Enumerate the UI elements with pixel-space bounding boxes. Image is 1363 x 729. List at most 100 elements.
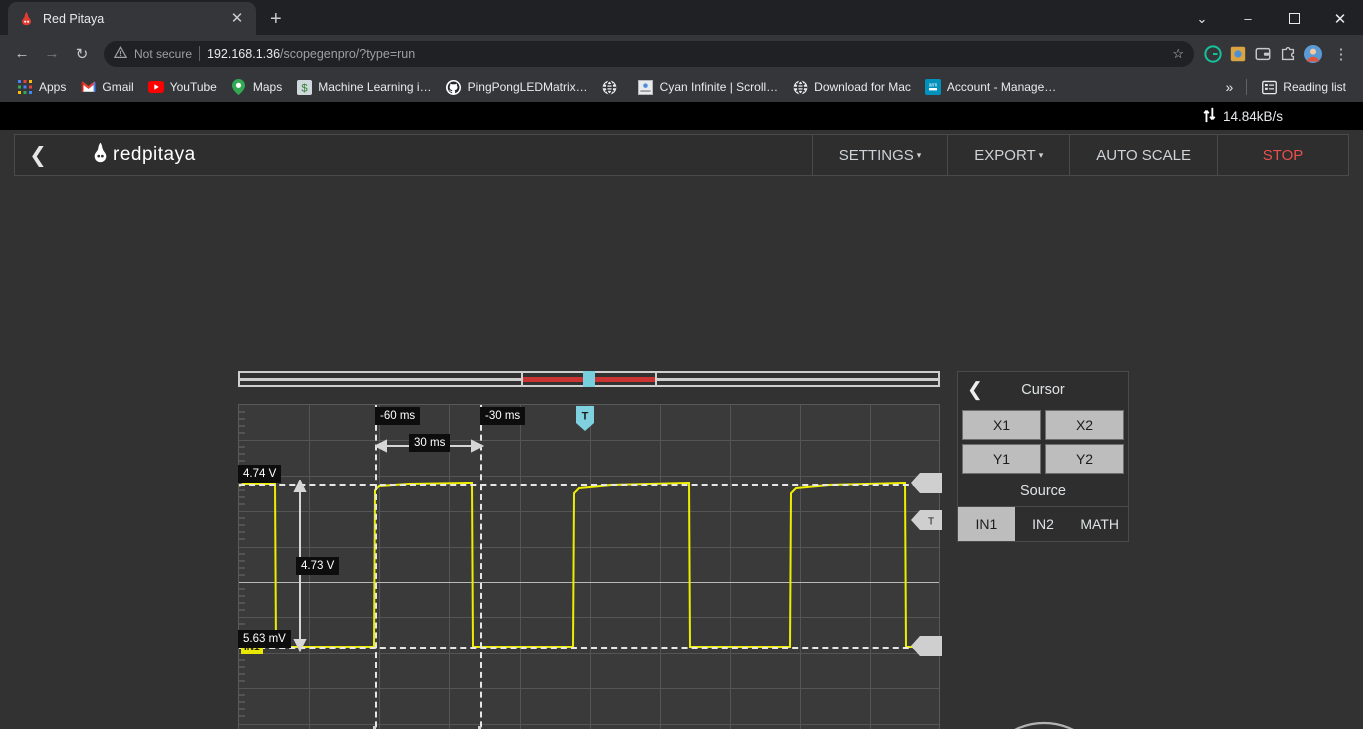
cursor-delta-x-value: 30 ms xyxy=(409,434,451,453)
source-in1-button[interactable]: IN1 xyxy=(958,507,1015,541)
back-icon[interactable]: ← xyxy=(8,40,36,68)
reload-icon[interactable]: ↻ xyxy=(68,40,96,68)
bookmark-star-icon[interactable]: ☆ xyxy=(1172,46,1184,62)
settings-menu-button[interactable]: SETTINGS ▾ xyxy=(811,135,948,175)
bookmark-download-for-mac[interactable]: Download for Mac xyxy=(785,76,918,98)
bookmark-machine-learning[interactable]: $ Machine Learning i… xyxy=(289,76,438,98)
page-icon xyxy=(638,79,654,95)
red-pitaya-flame-icon xyxy=(18,11,34,27)
stop-button[interactable]: STOP xyxy=(1217,135,1348,175)
url-text: 192.168.1.36/scopegenpro/?type=run xyxy=(207,47,415,61)
bookmark-label: YouTube xyxy=(169,80,217,94)
upload-download-icon xyxy=(1202,107,1217,126)
export-menu-button[interactable]: EXPORT ▾ xyxy=(947,135,1069,175)
cursor-panel-header: ❮ Cursor xyxy=(958,372,1128,408)
address-bar[interactable]: Not secure 192.168.1.36/scopegenpro/?typ… xyxy=(104,40,1194,67)
bookmark-label: Maps xyxy=(252,80,283,94)
cursor-y2-handle[interactable] xyxy=(911,636,942,661)
svg-text:arm: arm xyxy=(929,83,938,89)
cursor-x2-value: -30 ms xyxy=(480,407,526,426)
cursor-source-selector: IN1 IN2 MATH xyxy=(958,506,1128,541)
app-header-menu: SETTINGS ▾ EXPORT ▾ AUTO SCALE STOP xyxy=(811,135,1348,175)
cursor-y2-line[interactable] xyxy=(239,647,939,649)
oscilloscope-grid[interactable]: IN1 xyxy=(238,404,941,729)
knob-up-label: + xyxy=(1039,725,1050,729)
bookmark-maps[interactable]: Maps xyxy=(224,76,289,98)
browser-tab[interactable]: Red Pitaya ✕ xyxy=(8,2,256,35)
cursor-y1-handle[interactable] xyxy=(911,473,942,498)
cursor-x2-button[interactable]: X2 xyxy=(1045,410,1124,440)
globe-icon xyxy=(792,79,808,95)
bookmark-label: PingPongLEDMatrix… xyxy=(467,80,588,94)
fine-adjust-knob[interactable]: + – – + fine xyxy=(965,708,1123,729)
bookmark-label: Apps xyxy=(39,80,67,94)
color-picker-icon[interactable] xyxy=(1227,43,1249,65)
chevron-down-icon[interactable]: ⌄ xyxy=(1179,2,1225,35)
maximize-button[interactable] xyxy=(1271,2,1317,35)
window-controls: ⌄ – ✕ xyxy=(1179,2,1363,35)
svg-text:$: $ xyxy=(301,82,308,94)
bookmark-account-manage[interactable]: arm Account - Manage… xyxy=(918,76,1063,98)
wallet-icon[interactable] xyxy=(1252,43,1274,65)
bookmark-label: Download for Mac xyxy=(814,80,911,94)
bookmark-globe-1[interactable] xyxy=(595,76,631,98)
range-start-marker xyxy=(521,371,523,387)
bookmarks-overflow-button[interactable]: » xyxy=(1220,76,1240,98)
cursor-x-buttons: X1 X2 xyxy=(958,408,1128,442)
position-handle[interactable] xyxy=(583,371,595,387)
window-close-button[interactable]: ✕ xyxy=(1317,2,1363,35)
arm-icon: arm xyxy=(924,79,941,95)
bookmarks-right-group: » Reading list xyxy=(1220,76,1354,98)
export-label: EXPORT xyxy=(974,146,1036,164)
extensions-area: ⋮ xyxy=(1202,40,1355,68)
grammarly-icon[interactable] xyxy=(1202,43,1224,65)
chevron-down-icon: ▾ xyxy=(916,149,922,160)
trigger-level-handle[interactable]: T xyxy=(911,510,942,535)
scope-area: IN1 4.74 V 5.63 mV 4.73 V -60 ms -30 ms … xyxy=(0,176,1363,729)
cursor-y1-line[interactable] xyxy=(239,484,939,486)
cursor-delta-y-value: 4.73 V xyxy=(296,557,340,576)
svg-text:T: T xyxy=(582,411,589,423)
money-icon: $ xyxy=(296,79,312,95)
app-header: ❮ redpitaya SETTINGS ▾ EXPORT ▾ AUTO SCA… xyxy=(14,134,1349,176)
horizontal-position-bar[interactable] xyxy=(238,371,940,387)
browser-menu-icon[interactable]: ⋮ xyxy=(1327,40,1355,68)
minimize-button[interactable]: – xyxy=(1225,2,1271,35)
cursor-panel-title: Cursor xyxy=(1021,382,1065,398)
cursor-x1-button[interactable]: X1 xyxy=(962,410,1041,440)
cursor-y-buttons: Y1 Y2 xyxy=(958,442,1128,476)
tab-title: Red Pitaya xyxy=(43,11,105,26)
bookmark-gmail[interactable]: Gmail xyxy=(73,76,140,98)
svg-text:T: T xyxy=(928,517,934,528)
close-icon[interactable]: ✕ xyxy=(228,11,246,26)
tab-strip: Red Pitaya ✕ + ⌄ – ✕ xyxy=(0,0,1363,35)
chevron-left-icon[interactable]: ❮ xyxy=(15,135,61,175)
cursor-y1-button[interactable]: Y1 xyxy=(962,444,1041,474)
cursor-y2-button[interactable]: Y2 xyxy=(1045,444,1124,474)
source-in2-button[interactable]: IN2 xyxy=(1015,507,1072,541)
github-icon xyxy=(446,79,462,95)
reading-list-button[interactable]: Reading list xyxy=(1254,76,1353,98)
divider xyxy=(1246,79,1248,95)
youtube-icon xyxy=(147,79,164,95)
bookmark-pingpong[interactable]: PingPongLEDMatrix… xyxy=(439,76,595,98)
bookmark-label: Gmail xyxy=(102,80,134,94)
new-tab-button[interactable]: + xyxy=(270,9,282,29)
bookmark-cyan-infinite[interactable]: Cyan Infinite | Scroll… xyxy=(631,76,786,98)
reading-list-label: Reading list xyxy=(1283,80,1346,94)
globe-icon xyxy=(602,79,618,95)
puzzle-icon[interactable] xyxy=(1277,43,1299,65)
bookmark-youtube[interactable]: YouTube xyxy=(141,76,224,98)
trigger-position-flag[interactable]: T xyxy=(575,406,595,432)
auto-scale-button[interactable]: AUTO SCALE xyxy=(1069,135,1217,175)
bookmarks-bar: Apps Gmail YouTube Maps $ Machine Learni… xyxy=(0,72,1363,102)
bookmark-apps[interactable]: Apps xyxy=(10,76,73,98)
redpitaya-wordmark: redpitaya xyxy=(113,144,196,165)
source-math-button[interactable]: MATH xyxy=(1071,507,1128,541)
omnibox-divider xyxy=(199,46,201,61)
cursor-panel: ❮ Cursor X1 X2 Y1 Y2 Source IN1 IN2 MATH xyxy=(957,371,1129,542)
profile-avatar-icon[interactable] xyxy=(1302,43,1324,65)
forward-icon[interactable]: → xyxy=(38,40,66,68)
cursor-y2-value: 5.63 mV xyxy=(238,630,291,649)
chevron-left-icon[interactable]: ❮ xyxy=(967,379,983,402)
